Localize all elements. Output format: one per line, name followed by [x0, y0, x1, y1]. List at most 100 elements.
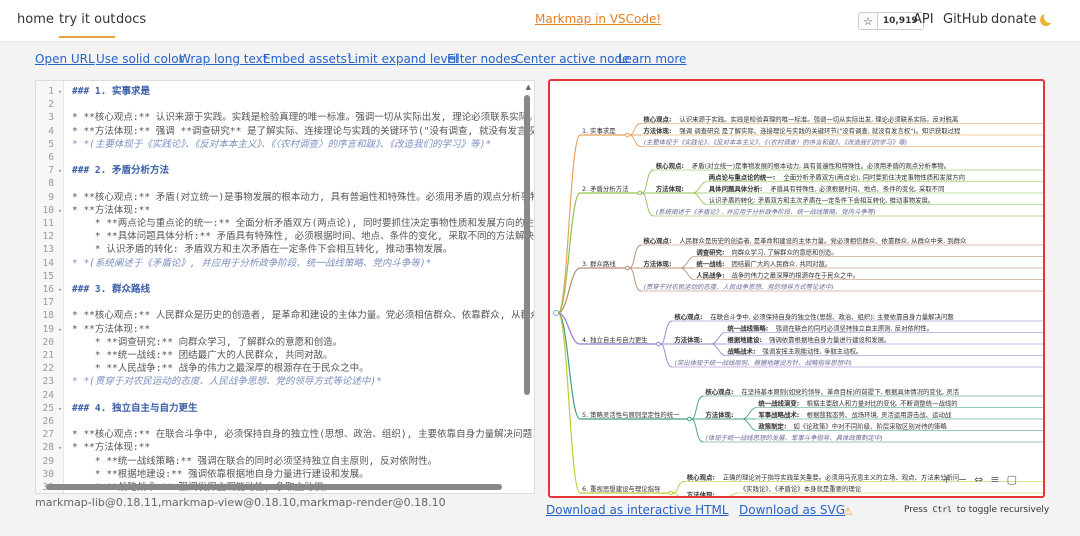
- collapse-icon[interactable]: ≡: [990, 473, 999, 486]
- code-line[interactable]: 19 ▾ * **方法体现:**: [36, 323, 526, 337]
- code-line[interactable]: 11 * **两点论与重点论的统一:** 全面分析矛盾双方(两点论), 同时要抓…: [36, 217, 534, 231]
- nav-home[interactable]: home: [17, 12, 54, 27]
- code-line[interactable]: 22 * **人民战争:** 战争的伟力之最深厚的根源存在于民众之中。: [36, 362, 526, 376]
- code-line[interactable]: 2: [36, 98, 526, 112]
- nav-try-it-out[interactable]: try it out: [59, 12, 116, 38]
- code-line[interactable]: 23 * *(贯穿于对农民运动的态度、人民战争思想、党的领导方式等论述中)*: [36, 375, 526, 389]
- code-line[interactable]: 1 ▾ ### 1. 实事求是: [36, 85, 526, 99]
- code-line[interactable]: 15: [36, 270, 526, 284]
- embed-assets-link[interactable]: Embed assets?: [263, 52, 351, 66]
- sub-text: 根据敌我态势、战场环境, 灵活运用游击战、运动战: [807, 410, 952, 419]
- sub-label: 统一战线:: [696, 259, 724, 268]
- code-line[interactable]: 6: [36, 151, 526, 165]
- code-line[interactable]: 17: [36, 296, 526, 310]
- sub-connector: [711, 332, 726, 345]
- code-text: * **调查研究:** 向群众学习, 了解群众的意愿和创造。: [72, 336, 343, 348]
- code-line[interactable]: 12 * **具体问题具体分析:** 矛盾具有特殊性, 必须根据时间、地点、条件…: [36, 230, 534, 244]
- sub-text: 《实践论》、《矛盾论》本身就是重要的理论: [740, 484, 862, 493]
- child-label: 核心观点:: [705, 387, 733, 396]
- nav-api[interactable]: API: [913, 12, 934, 27]
- code-line[interactable]: 26: [36, 415, 526, 429]
- code-line[interactable]: 18 * **核心观点:** 人民群众是历史的创造者, 是革命和建设的主体力量。党…: [36, 309, 534, 323]
- branch-node-dot: [668, 490, 674, 496]
- code-line[interactable]: 24: [36, 389, 526, 403]
- filter-nodes-link[interactable]: Filter nodes: [447, 52, 517, 66]
- branch-connector: [557, 192, 581, 314]
- child-label: 核心观点:: [643, 115, 671, 124]
- code-line[interactable]: 16 ▾ ### 3. 群众路线: [36, 283, 526, 297]
- download-html-link[interactable]: Download as interactive HTML: [546, 503, 729, 517]
- vertical-scrollbar[interactable]: [524, 95, 530, 395]
- code-line[interactable]: 27 * **核心观点:** 在联合斗争中, 必须保持自身的独立性(思想、政治、组…: [36, 428, 533, 442]
- code-line[interactable]: 7 ▾ ### 2. 矛盾分析方法: [36, 164, 526, 178]
- markdown-editor[interactable]: 1 ▾ ### 1. 实事求是 2 3 * **核心观点:** 认识来源于实践。实践是检验…: [35, 80, 535, 494]
- promo-link[interactable]: Markmap in VSCode!: [535, 12, 661, 26]
- branch-label: 6. 重视思想建设与理论指导: [582, 484, 661, 493]
- fold-chevron-icon[interactable]: ▾: [58, 85, 66, 99]
- fold-chevron-icon[interactable]: ▾: [58, 283, 66, 297]
- fit-icon[interactable]: ⇔: [974, 473, 983, 486]
- fullscreen-icon[interactable]: ▢: [1007, 473, 1017, 486]
- branch-connector: [557, 134, 581, 314]
- child-connector: [641, 192, 654, 217]
- scroll-up-icon[interactable]: ▲: [526, 83, 531, 91]
- code-line[interactable]: 20 * **调查研究:** 向群众学习, 了解群众的意愿和创造。: [36, 336, 526, 350]
- code-line[interactable]: 9 * **核心观点:** 矛盾(对立统一)是事物发展的根本动力, 具有普遍性和特…: [36, 191, 534, 205]
- mindmap-svg[interactable]: 1. 实事求是核心观点: 认识来源于实践。实践是检验真理的唯一标准。强调一切从实际…: [550, 81, 1043, 496]
- line-number: 11: [42, 218, 54, 229]
- code-line[interactable]: 13 * 认识矛盾的转化: 矛盾双方和主次矛盾在一定条件下会相互转化, 推动事物…: [36, 243, 526, 257]
- code-line[interactable]: 25 ▾ ### 4. 独立自主与自力更生: [36, 402, 526, 416]
- child-label: 方法体现:: [656, 184, 684, 193]
- line-number: 27: [42, 429, 54, 441]
- fold-chevron-icon[interactable]: ▾: [58, 323, 66, 337]
- code-line[interactable]: 29 * **统一战线策略:** 强调在联合的同时必须坚持独立自主原则, 反对依…: [36, 455, 526, 469]
- line-number: 6: [48, 152, 54, 163]
- top-nav: home try it out docs Markmap in VSCode! …: [0, 0, 1080, 42]
- zoom-out-icon[interactable]: −: [958, 473, 967, 486]
- child-label: 核心观点:: [656, 161, 684, 170]
- fold-chevron-icon[interactable]: ▾: [58, 164, 66, 178]
- code-text: ### 4. 独立自主与自力更生: [72, 402, 198, 414]
- code-text: * **核心观点:** 在联合斗争中, 必须保持自身的独立性(思想、政治、组织)…: [72, 429, 533, 441]
- fold-chevron-icon[interactable]: ▾: [58, 441, 66, 455]
- nav-github[interactable]: GitHub: [943, 12, 988, 27]
- code-line[interactable]: 5 * *(主要体现于《实践论》、《反对本本主义》、《〈农村调查〉的序言和跋》、《…: [36, 138, 526, 152]
- learn-more-link[interactable]: Learn more: [618, 52, 686, 66]
- wrap-text-link[interactable]: Wrap long text: [179, 52, 267, 66]
- code-line[interactable]: 14 * *(系统阐述于《矛盾论》, 并应用于分析政争阶段、统一战线策略、党内斗争…: [36, 257, 526, 271]
- child-label: 方法体现:: [643, 126, 671, 135]
- code-line[interactable]: 3 * **核心观点:** 认识来源于实践。实践是检验真理的唯一标准。强调一切从实…: [36, 111, 534, 125]
- sub-text: 认识矛盾的转化: 矛盾双方和主次矛盾在一定条件下会相互转化, 推动事物发展。: [709, 196, 935, 205]
- theme-toggle-icon[interactable]: [1040, 14, 1052, 26]
- zoom-in-icon[interactable]: +: [942, 473, 951, 486]
- child-label: 核心观点:: [643, 236, 671, 245]
- nav-docs[interactable]: docs: [116, 12, 146, 27]
- line-number: 30: [42, 468, 54, 480]
- line-number: 19: [42, 323, 54, 335]
- sub-label: 统一战线策略:: [727, 324, 768, 333]
- mindmap-panel[interactable]: 1. 实事求是 核心观点: 认识来源于实践。实践是检验真理的唯一标准。强调一切从实际…: [548, 79, 1045, 498]
- nav-donate[interactable]: donate: [991, 12, 1037, 27]
- code-text: * **具体问题具体分析:** 矛盾具有特殊性, 必须根据时间、地点、条件的变化…: [72, 231, 535, 243]
- center-active-link[interactable]: Center active node: [515, 52, 629, 66]
- limit-expand-link[interactable]: Limit expand level: [348, 52, 458, 66]
- child-connector: [672, 481, 685, 494]
- code-line[interactable]: 4 * **方法体现:** 强调 **调查研究** 是了解实际、连接理论与实践的关…: [36, 125, 534, 139]
- child-text: 在联合斗争中, 必须保持自身的独立性(思想、政治、组织); 主要依靠自身力量解决…: [710, 312, 954, 321]
- sub-text: 强调依靠根据地自身力量进行建设和发展。: [769, 335, 890, 344]
- star-icon: ☆: [863, 14, 873, 28]
- fold-chevron-icon[interactable]: ▾: [58, 204, 66, 218]
- code-text: * **统一战线策略:** 强调在联合的同时必须坚持独立自主原则, 反对依附性。: [72, 455, 438, 467]
- code-line[interactable]: 30 * **根据地建设:** 强调依靠根据地自身力量进行建设和发展。: [36, 468, 526, 482]
- download-svg-link[interactable]: Download as SVG: [739, 503, 845, 517]
- fold-chevron-icon[interactable]: ▾: [58, 402, 66, 416]
- code-line[interactable]: 28 ▾ * **方法体现:**: [36, 441, 526, 455]
- code-line[interactable]: 8: [36, 177, 526, 191]
- code-line[interactable]: 21 * **统一战线:** 团结最广大的人民群众, 共同对敌。: [36, 349, 526, 363]
- code-line[interactable]: 10 ▾ * **方法体现:**: [36, 204, 526, 218]
- line-number: 15: [42, 270, 54, 282]
- code-text: ### 2. 矛盾分析方法: [72, 165, 170, 177]
- open-url-link[interactable]: Open URL: [35, 52, 95, 66]
- solid-color-link[interactable]: Use solid color: [96, 52, 183, 66]
- horizontal-scrollbar[interactable]: [46, 484, 502, 490]
